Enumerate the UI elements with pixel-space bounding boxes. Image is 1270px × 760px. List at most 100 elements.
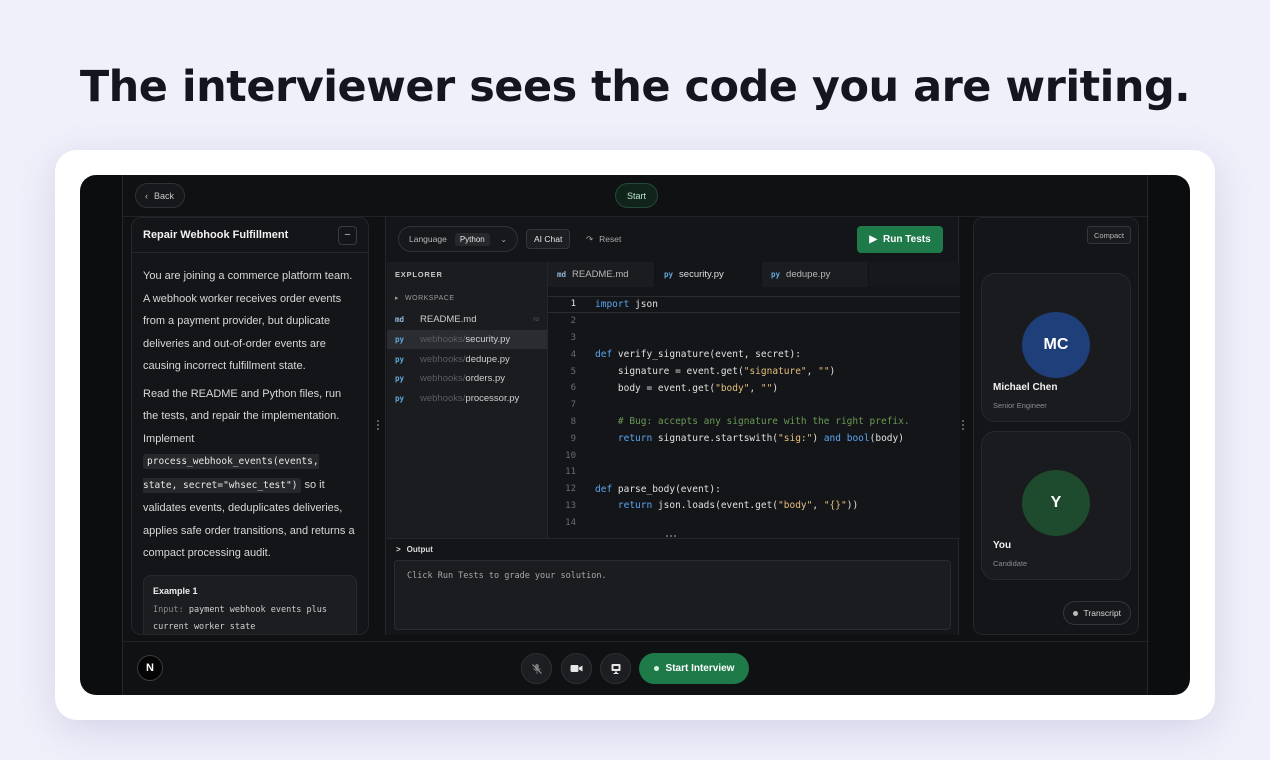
camera-toggle-button[interactable] [561, 653, 592, 684]
code-line: 4 def verify_signature(event, secret): [570, 349, 801, 361]
participants-panel: Compact MC Michael Chen Senior Engineer … [973, 217, 1139, 635]
chevron-right-icon: > [396, 545, 401, 554]
file-dir: webhooks/ [420, 353, 466, 365]
file-name: security.py [465, 334, 511, 346]
example-input: Input: payment webhook events plus curre… [153, 604, 328, 632]
editor-toolbar: Language Python ⌄ AI Chat ↷ Reset ▶ Run … [386, 217, 960, 262]
example-box: Example 1 Input: payment webhook events … [143, 574, 357, 634]
transcript-button[interactable]: Transcript [1062, 601, 1131, 625]
screen-share-button[interactable] [600, 653, 631, 684]
ai-chat-button[interactable]: AI Chat [526, 229, 571, 249]
participant-role: Senior Engineer [993, 401, 1047, 410]
status-dot-icon [653, 666, 659, 671]
run-tests-button[interactable]: ▶ Run Tests [857, 226, 943, 253]
avatar: MC [1022, 312, 1090, 378]
readonly-flag: ro [533, 316, 539, 324]
left-resize-handle[interactable] [376, 420, 380, 430]
file-type-badge: py [664, 270, 674, 279]
explorer-title: EXPLORER [395, 269, 443, 279]
participant-name: Michael Chen [993, 382, 1058, 393]
code-line: 12 def parse_body(event): [565, 483, 721, 495]
collapse-panel-button[interactable]: − [338, 225, 357, 245]
code-line: 8 # Bug: accepts any signature with the … [570, 416, 910, 428]
tab-label: dedupe.py [786, 269, 831, 280]
status-dot-icon [1072, 610, 1078, 616]
output-header[interactable]: > Output [386, 538, 960, 560]
code-line: 2 [570, 316, 576, 327]
file-dir: webhooks/ [420, 334, 466, 346]
code-line: 6 body = event.get("body", "") [570, 382, 779, 394]
file-name: processor.py [465, 393, 520, 405]
file-name: dedupe.py [465, 353, 510, 365]
file-type-badge: py [395, 354, 405, 364]
file-type-badge: md [557, 270, 567, 279]
workspace-folder[interactable]: ▸ WORKSPACE [387, 286, 547, 310]
file-item-processor[interactable]: py webhooks/processor.py [387, 389, 547, 409]
output-console: Click Run Tests to grade your solution. [394, 560, 951, 630]
back-button[interactable]: ‹ Back [135, 183, 186, 208]
screen-share-icon [611, 663, 620, 674]
problem-paragraph-1: You are joining a commerce platform team… [143, 270, 353, 372]
code-line: 10 [565, 450, 576, 461]
file-type-badge: py [771, 270, 781, 279]
language-select[interactable]: Language Python ⌄ [398, 226, 518, 252]
page-headline: The interviewer sees the code you are wr… [79, 62, 1191, 112]
bottom-control-bar: N Start Interview [123, 641, 1149, 695]
problem-description: You are joining a commerce platform team… [132, 253, 368, 634]
back-button-label: Back [154, 190, 175, 201]
code-line: 7 [570, 400, 576, 411]
tab-label: README.md [572, 269, 629, 280]
interview-app-window: ‹ Back Start Repair Webhook Fulfillment … [80, 175, 1190, 695]
code-line: 3 [570, 332, 576, 343]
example-title: Example 1 [153, 585, 198, 596]
editor-panel: Language Python ⌄ AI Chat ↷ Reset ▶ Run … [385, 217, 960, 635]
caret-right-icon: ▸ [395, 295, 400, 302]
tab-readme[interactable]: md README.md [548, 262, 655, 287]
reset-label: Reset [599, 234, 622, 244]
tab-security[interactable]: py security.py [655, 262, 762, 287]
file-item-security[interactable]: py webhooks/security.py [387, 329, 547, 350]
output-label: Output [406, 545, 433, 554]
tab-label: security.py [679, 269, 724, 280]
compact-button[interactable]: Compact [1086, 226, 1131, 244]
file-item-orders[interactable]: py webhooks/orders.py [387, 369, 547, 389]
file-item-readme[interactable]: md README.md ro [387, 310, 547, 330]
right-resize-handle[interactable] [961, 420, 965, 430]
problem-panel: Repair Webhook Fulfillment − You are joi… [131, 217, 369, 635]
video-camera-icon [570, 665, 583, 672]
file-item-dedupe[interactable]: py webhooks/dedupe.py [387, 349, 547, 369]
reset-button[interactable]: ↷ Reset [586, 229, 621, 249]
start-button[interactable]: Start [615, 183, 659, 208]
language-label: Language [409, 234, 447, 244]
file-type-badge: py [395, 374, 405, 384]
file-type-badge: py [395, 335, 405, 345]
file-type-badge: md [395, 315, 405, 325]
workspace-label: WORKSPACE [405, 294, 455, 302]
chevron-left-icon: ‹ [145, 190, 148, 201]
code-line: 1 import json [548, 296, 960, 313]
play-icon: ▶ [869, 234, 878, 245]
code-line: 14 [565, 517, 576, 528]
interviewer-tile: MC Michael Chen Senior Engineer [981, 273, 1131, 422]
problem-title: Repair Webhook Fulfillment [143, 229, 289, 241]
mic-off-icon [531, 663, 542, 674]
file-explorer: EXPLORER ▸ WORKSPACE md README.md ro py … [387, 262, 548, 538]
file-name: README.md [420, 314, 477, 326]
chevron-down-icon: ⌄ [500, 234, 507, 244]
editor-tabs: md README.md py security.py py dedupe.py [548, 262, 960, 287]
participant-role: Candidate [993, 559, 1028, 568]
file-dir: webhooks/ [420, 393, 466, 405]
avatar: Y [1022, 470, 1090, 536]
code-editor[interactable]: 1 import json 2 3 4 def verify_signature(e… [548, 287, 960, 538]
file-type-badge: py [395, 394, 405, 404]
code-line: 5 signature = event.get("signature", "") [570, 366, 836, 378]
start-interview-button[interactable]: Start Interview [639, 653, 749, 684]
file-dir: webhooks/ [420, 373, 466, 385]
app-main-frame: ‹ Back Start Repair Webhook Fulfillment … [122, 175, 1149, 695]
transcript-label: Transcript [1083, 608, 1121, 618]
tab-dedupe[interactable]: py dedupe.py [762, 262, 869, 287]
reset-icon: ↷ [586, 233, 594, 244]
code-line: 13 return json.loads(event.get("body", "… [565, 500, 859, 512]
start-interview-label: Start Interview [665, 663, 735, 674]
mic-toggle-button[interactable] [521, 653, 552, 684]
